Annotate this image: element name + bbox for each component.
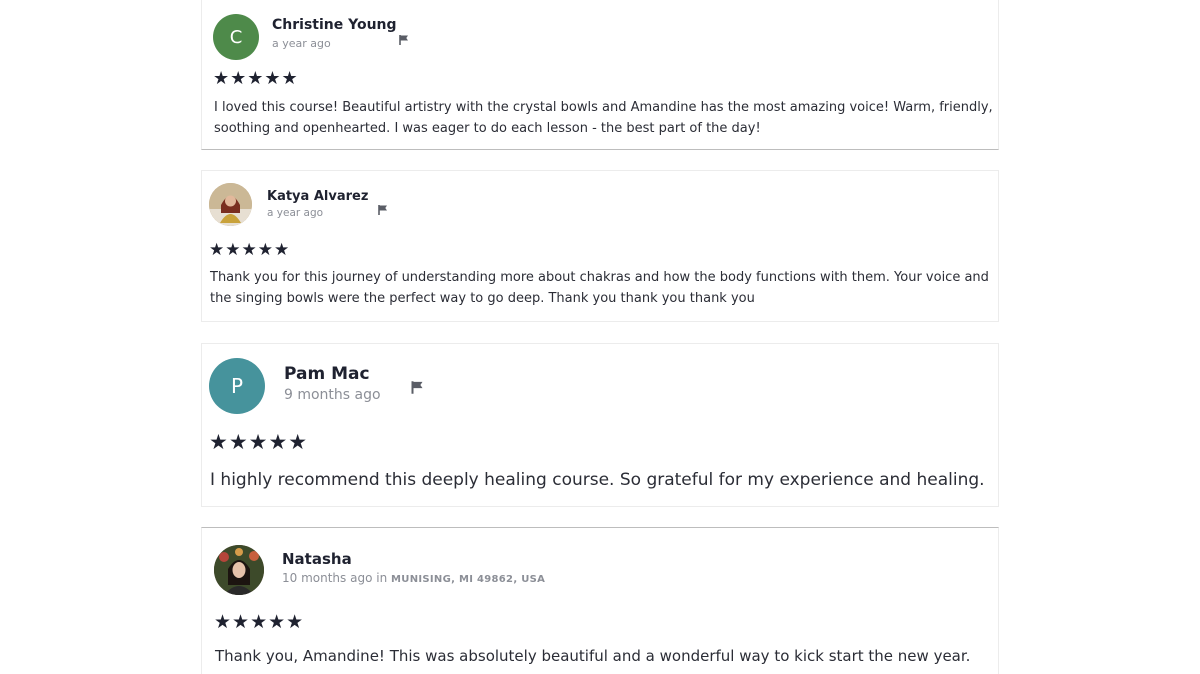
- reviewer-name[interactable]: Natasha: [282, 550, 352, 568]
- reviewer-name[interactable]: Christine Young: [272, 17, 397, 33]
- review-card: Katya Alvarez a year ago ★★★★★ Thank you…: [201, 170, 999, 322]
- review-time-in: in: [376, 571, 388, 585]
- review-time: 9 months ago: [284, 387, 381, 403]
- avatar[interactable]: [209, 183, 252, 226]
- user-photo-avatar-icon: [209, 183, 252, 226]
- star-rating: ★★★★★: [209, 430, 309, 454]
- review-card: Natasha 10 months ago in MUNISING, MI 49…: [201, 527, 999, 674]
- user-photo-avatar-icon: [214, 545, 264, 595]
- review-text: Thank you for this journey of understand…: [210, 270, 989, 306]
- avatar[interactable]: C: [213, 14, 259, 60]
- reviews-page: C Christine Young a year ago ★★★★★ I lov…: [0, 0, 1200, 674]
- review-text: I loved this course! Beautiful artistry …: [214, 100, 993, 136]
- reviewer-name[interactable]: Katya Alvarez: [267, 189, 368, 204]
- star-rating: ★★★★★: [209, 240, 291, 260]
- avatar[interactable]: P: [209, 358, 265, 414]
- reviewer-name[interactable]: Pam Mac: [284, 364, 370, 384]
- review-text: I highly recommend this deeply healing c…: [210, 470, 985, 490]
- review-time: 10 months ago in MUNISING, MI 49862, USA: [282, 571, 545, 585]
- review-time-ago: 10 months ago: [282, 571, 373, 585]
- review-card: C Christine Young a year ago ★★★★★ I lov…: [201, 0, 999, 150]
- star-rating: ★★★★★: [214, 611, 305, 633]
- avatar-letter: P: [230, 374, 244, 398]
- avatar[interactable]: [214, 545, 264, 595]
- review-text: Thank you, Amandine! This was absolutely…: [215, 647, 971, 665]
- avatar-letter: C: [229, 26, 243, 48]
- star-rating: ★★★★★: [213, 68, 299, 89]
- flag-icon[interactable]: [377, 201, 389, 220]
- review-time: a year ago: [267, 207, 324, 219]
- review-time: a year ago: [272, 37, 331, 50]
- review-card: P Pam Mac 9 months ago ★★★★★ I highly re…: [201, 343, 999, 507]
- flag-icon[interactable]: [398, 31, 410, 50]
- review-location: MUNISING, MI 49862, USA: [391, 574, 546, 585]
- flag-icon[interactable]: [410, 380, 425, 399]
